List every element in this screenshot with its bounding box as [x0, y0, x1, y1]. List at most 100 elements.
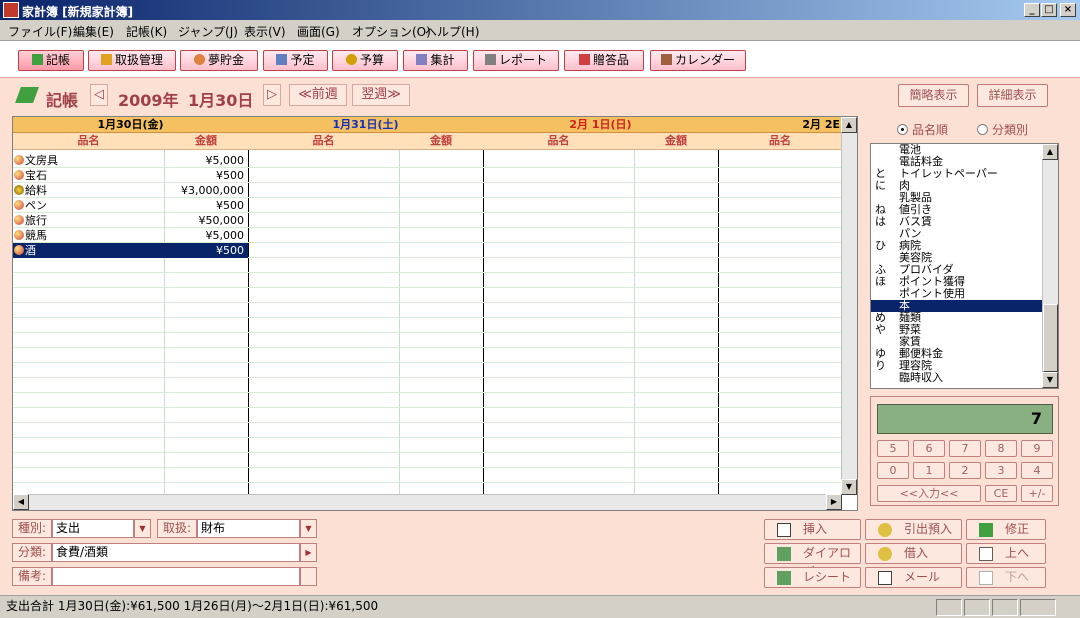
list-item[interactable]: め麺類 — [871, 312, 1043, 324]
chevron-down-icon[interactable]: ▼ — [134, 519, 151, 538]
calc-key-1[interactable]: 1 — [913, 462, 945, 479]
menu-record[interactable]: 記帳(K) — [126, 23, 167, 40]
calc-key-4[interactable]: 4 — [1021, 462, 1053, 479]
list-item[interactable]: 臨時収入 — [871, 372, 1043, 384]
entry-grid[interactable]: 1月30日(金) 1月31日(土) 2月 1日(日) 2月 2E 品名 金額 品… — [12, 116, 858, 511]
envelope-icon — [878, 571, 892, 585]
list-item[interactable]: や野菜 — [871, 324, 1043, 336]
menu-view[interactable]: 表示(V) — [244, 23, 286, 40]
calc-key-9[interactable]: 9 — [1021, 440, 1053, 457]
chevron-down-icon[interactable]: ▼ — [300, 519, 317, 538]
grid-row-divider — [13, 287, 842, 288]
menu-screen[interactable]: 画面(G) — [297, 23, 340, 40]
calc-key-0[interactable]: 0 — [877, 462, 909, 479]
list-item[interactable]: 家賃 — [871, 336, 1043, 348]
receipt-button[interactable]: レシート — [764, 567, 861, 588]
calc-key-7[interactable]: 7 — [949, 440, 981, 457]
insert-button[interactable]: 挿入 — [764, 519, 861, 540]
chevron-right-icon[interactable]: ▶ — [300, 543, 317, 562]
list-item[interactable]: り理容院 — [871, 360, 1043, 372]
calc-clear-button[interactable]: CE — [985, 485, 1017, 502]
dialog-button[interactable]: ダイアログ — [764, 543, 861, 579]
toolbar-schedule-button[interactable]: 予定 — [263, 50, 328, 71]
list-item[interactable]: 乳製品 — [871, 192, 1043, 204]
toolbar-handling-button[interactable]: 取扱管理 — [88, 50, 176, 71]
table-row[interactable]: 文房具 ¥5,000 — [13, 153, 248, 168]
list-item[interactable]: はバス賃 — [871, 216, 1043, 228]
column-header-item: 品名 — [483, 133, 634, 150]
handling-select[interactable]: 財布 — [197, 519, 300, 538]
table-row[interactable]: 競馬 ¥5,000 — [13, 228, 248, 243]
calc-enter-button[interactable]: <<入力<< — [877, 485, 981, 502]
type-select[interactable]: 支出 — [52, 519, 134, 538]
toolbar-gift-button[interactable]: 贈答品 — [564, 50, 644, 71]
horizontal-scrollbar[interactable]: ◀ ▶ — [13, 494, 842, 510]
list-item[interactable]: ね値引き — [871, 204, 1043, 216]
list-item[interactable]: 美容院 — [871, 252, 1043, 264]
menu-edit[interactable]: 編集(E) — [73, 23, 114, 40]
sort-by-name-radio[interactable]: 品名順 — [897, 121, 948, 138]
menu-help[interactable]: ヘルプ(H) — [425, 23, 479, 40]
prev-week-button[interactable]: ≪前週 — [289, 84, 347, 106]
toolbar-summary-button[interactable]: 集計 — [403, 50, 468, 71]
maximize-icon[interactable]: □ — [1041, 3, 1057, 17]
scroll-up-icon[interactable]: ▲ — [1042, 144, 1058, 160]
list-item[interactable]: とトイレットペーパー — [871, 168, 1043, 180]
mail-button[interactable]: メール — [865, 567, 962, 588]
status-text: 支出合計 1月30日(金):¥61,500 1月26日(月)～2月1日(日):¥… — [6, 599, 379, 613]
table-row[interactable]: 旅行 ¥50,000 — [13, 213, 248, 228]
withdraw-deposit-button[interactable]: 引出預入 — [865, 519, 962, 540]
table-row[interactable]: ペン ¥500 — [13, 198, 248, 213]
next-week-button[interactable]: 翌週≫ — [352, 84, 410, 106]
toolbar-savings-button[interactable]: 夢貯金 — [180, 50, 258, 71]
item-icon — [14, 230, 24, 240]
list-item[interactable]: ひ病院 — [871, 240, 1043, 252]
menu-options[interactable]: オプション(O) — [352, 23, 431, 40]
vertical-scrollbar[interactable]: ▲ ▼ — [841, 117, 857, 495]
move-up-button[interactable]: 上へ — [966, 543, 1046, 564]
borrow-button[interactable]: 借入 — [865, 543, 962, 564]
list-item[interactable]: に肉 — [871, 180, 1043, 192]
sort-by-category-radio[interactable]: 分類別 — [977, 121, 1028, 138]
list-item[interactable]: 本 — [871, 300, 1043, 312]
status-panel — [992, 599, 1018, 616]
scroll-down-icon[interactable]: ▼ — [841, 479, 857, 495]
table-row-selected[interactable]: 酒 ¥500 — [13, 243, 248, 258]
prev-day-button[interactable]: ◁ — [90, 84, 108, 106]
move-down-button[interactable]: 下へ — [966, 567, 1046, 588]
detail-view-button[interactable]: 詳細表示 — [977, 84, 1048, 107]
calc-key-6[interactable]: 6 — [913, 440, 945, 457]
calc-key-5[interactable]: 5 — [877, 440, 909, 457]
table-row[interactable]: 宝石 ¥500 — [13, 168, 248, 183]
toolbar-budget-button[interactable]: 予算 — [332, 50, 398, 71]
scroll-right-icon[interactable]: ▶ — [826, 494, 842, 510]
toolbar-calendar-button[interactable]: カレンダー — [650, 50, 746, 71]
next-day-button[interactable]: ▷ — [263, 84, 281, 106]
scroll-thumb[interactable] — [1043, 304, 1058, 372]
list-scrollbar[interactable]: ▲ ▼ — [1042, 144, 1058, 388]
calc-key-8[interactable]: 8 — [985, 440, 1017, 457]
item-list[interactable]: 電池 電話料金とトイレットペーパーに肉乳製品ね値引きはバス賃 パンひ病院 美容院ふプロ… — [870, 143, 1059, 389]
toolbar-record-button[interactable]: 記帳 — [18, 50, 84, 71]
menu-jump[interactable]: ジャンプ(J) — [178, 23, 238, 40]
minimize-icon[interactable]: _ — [1024, 3, 1040, 17]
category-field[interactable]: 食費/酒類 — [52, 543, 300, 562]
menu-file[interactable]: ファイル(F) — [8, 23, 72, 40]
calc-sign-button[interactable]: +/- — [1021, 485, 1053, 502]
list-item[interactable]: 電池 — [871, 144, 1043, 156]
calc-key-2[interactable]: 2 — [949, 462, 981, 479]
scroll-up-icon[interactable]: ▲ — [841, 117, 857, 133]
close-icon[interactable]: × — [1060, 3, 1076, 17]
calc-key-3[interactable]: 3 — [985, 462, 1017, 479]
list-item[interactable]: ゆ郵便料金 — [871, 348, 1043, 360]
scroll-left-icon[interactable]: ◀ — [13, 494, 29, 510]
edit-button[interactable]: 修正 — [966, 519, 1046, 540]
simple-view-button[interactable]: 簡略表示 — [898, 84, 969, 107]
toolbar-report-button[interactable]: レポート — [473, 50, 559, 71]
list-item-kana: ひ — [875, 239, 886, 252]
list-item[interactable]: パン — [871, 228, 1043, 240]
scroll-down-icon[interactable]: ▼ — [1042, 372, 1058, 388]
table-row[interactable]: 給料 ¥3,000,000 — [13, 183, 248, 198]
note-field[interactable] — [52, 567, 300, 586]
list-item[interactable]: ポイント使用 — [871, 288, 1043, 300]
